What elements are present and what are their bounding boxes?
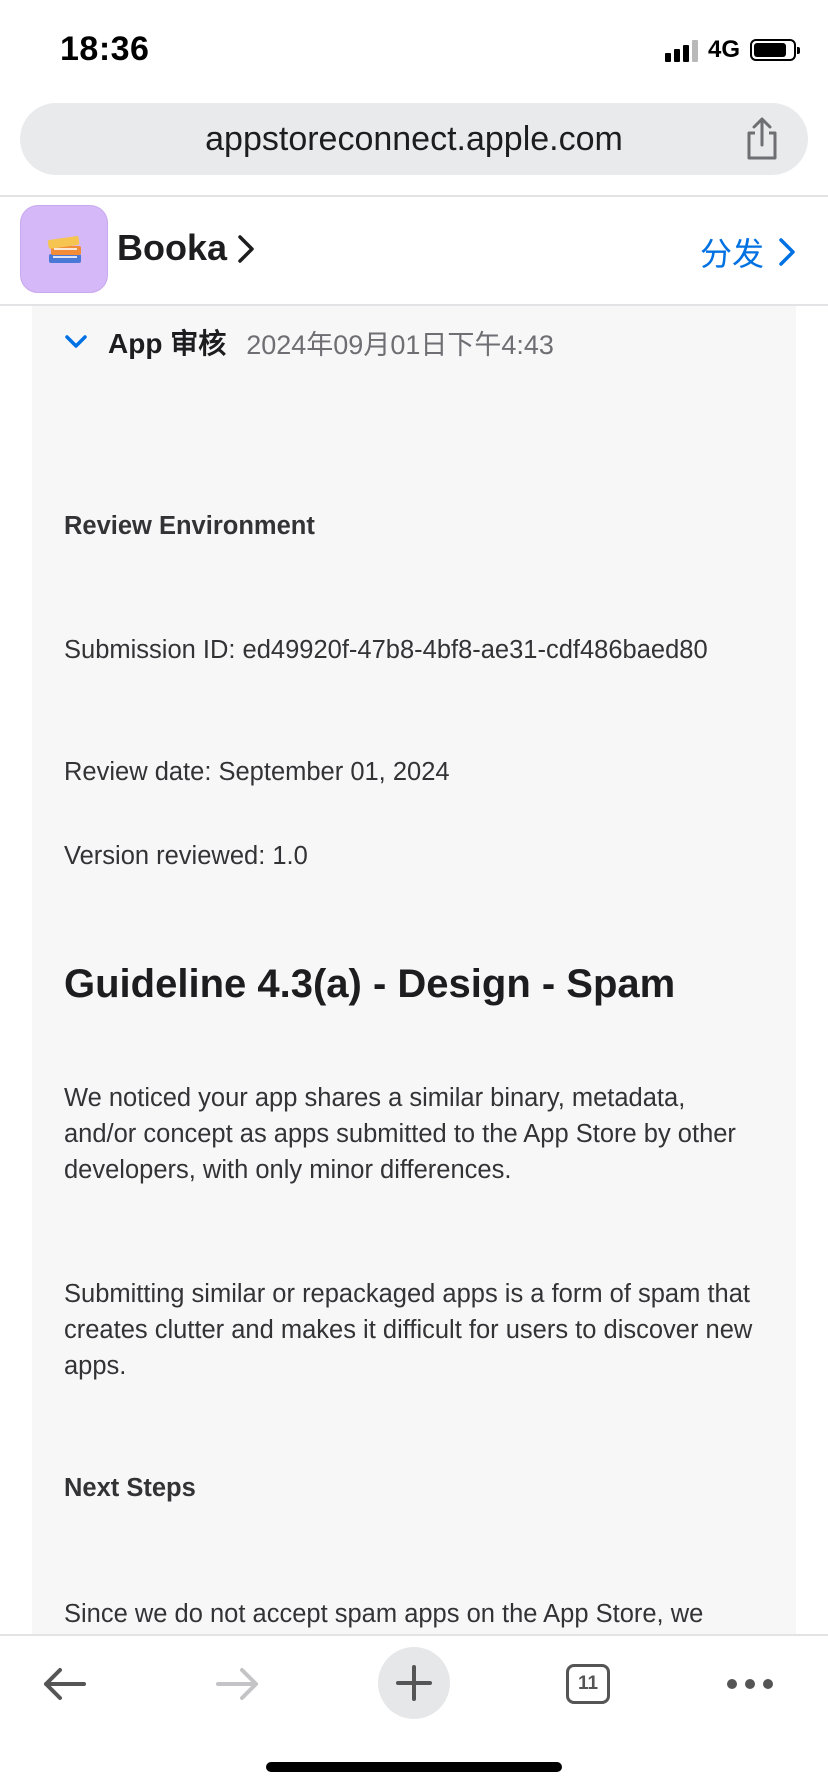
app-review-toggle[interactable]: App 审核 2024年09月01日下午4:43 [64, 322, 554, 362]
network-type: 4G [707, 36, 740, 63]
signal-icon [664, 38, 698, 62]
books-icon [47, 236, 81, 263]
back-button[interactable] [24, 1644, 104, 1724]
status-bar: 18:36 4G [0, 0, 828, 96]
distribute-link[interactable]: 分发 [700, 229, 796, 275]
address-bar[interactable]: appstoreconnect.apple.com [20, 103, 808, 175]
app-header: Booka 分发 [0, 197, 828, 305]
new-tab-button[interactable] [378, 1647, 450, 1719]
review-section-label: App 审核 [108, 328, 227, 359]
review-date: Review date: September 01, 2024 [64, 758, 450, 786]
app-name[interactable]: Booka [117, 227, 227, 269]
review-environment-heading: Review Environment [64, 512, 315, 540]
app-icon[interactable] [20, 205, 108, 293]
distribute-label: 分发 [699, 236, 764, 272]
guideline-heading: Guideline 4.3(a) - Design - Spam [64, 962, 676, 1006]
tab-count: 11 [577, 1673, 599, 1694]
guideline-paragraph-1: We noticed your app shares a similar bin… [64, 1084, 736, 1184]
more-icon [727, 1679, 773, 1689]
forward-arrow-icon [216, 1668, 258, 1700]
guideline-paragraph-2: Submitting similar or repackaged apps is… [64, 1280, 753, 1380]
chevron-right-icon[interactable] [236, 233, 256, 265]
share-icon[interactable] [742, 117, 782, 161]
version-reviewed: Version reviewed: 1.0 [64, 842, 308, 870]
status-indicators: 4G [664, 36, 800, 64]
chevron-right-icon [779, 238, 795, 266]
forward-button[interactable] [198, 1644, 278, 1724]
status-time: 18:36 [60, 30, 150, 68]
home-indicator[interactable] [266, 1762, 562, 1772]
chevron-down-icon[interactable] [64, 334, 88, 350]
plus-icon [396, 1665, 432, 1701]
battery-icon [750, 39, 800, 61]
battery-fill [754, 43, 787, 57]
submission-id: Submission ID: ed49920f-47b8-4bf8-ae31-c… [64, 636, 708, 664]
tabs-button[interactable]: 11 [548, 1644, 628, 1724]
review-timestamp: 2024年09月01日下午4:43 [246, 329, 554, 360]
next-steps-heading: Next Steps [64, 1474, 196, 1502]
back-arrow-icon [44, 1668, 86, 1700]
more-button[interactable] [710, 1644, 790, 1724]
tabs-icon: 11 [566, 1664, 610, 1704]
url-text: appstoreconnect.apple.com [205, 120, 623, 158]
review-panel: App 审核 2024年09月01日下午4:43 Review Environm… [32, 306, 796, 1634]
next-steps-paragraph: Since we do not accept spam apps on the … [64, 1600, 704, 1628]
screen: 18:36 4G appstoreconnect.apple.com Booka… [0, 0, 828, 1792]
